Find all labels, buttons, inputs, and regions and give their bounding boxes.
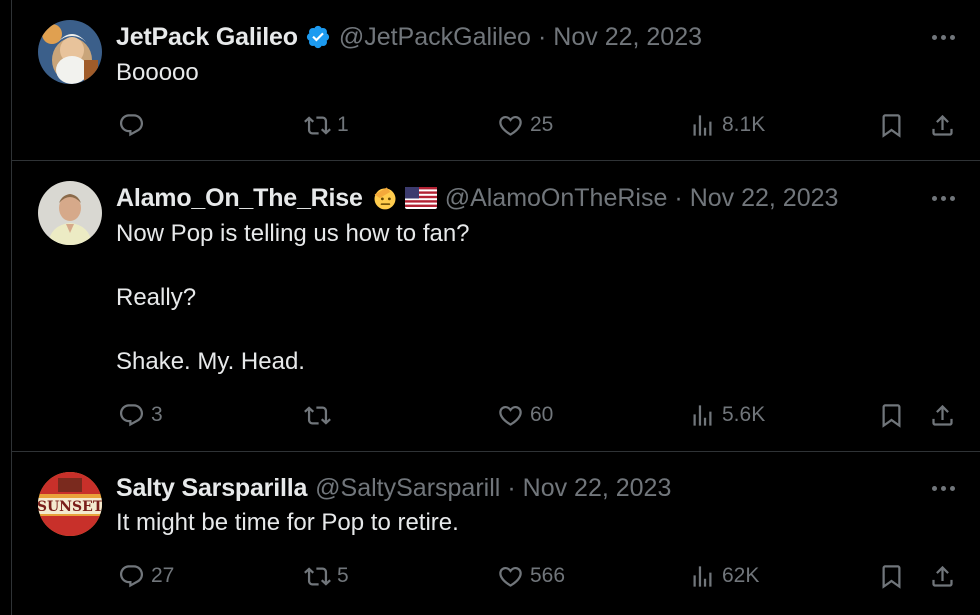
bookmark-button[interactable] (878, 556, 905, 596)
view-count: 62K (722, 564, 760, 587)
retweet-icon (304, 405, 331, 425)
reply-button[interactable]: 3 (118, 395, 163, 435)
like-count: 60 (530, 403, 554, 426)
views-chart-icon (693, 114, 712, 136)
reply-count: 3 (151, 403, 163, 426)
share-button[interactable] (929, 556, 956, 596)
bookmark-button[interactable] (878, 395, 905, 435)
heart-icon (499, 115, 522, 136)
more-options-icon[interactable] (932, 473, 955, 503)
views-button[interactable]: 62K (689, 556, 759, 596)
tweet-text: It might be time for Pop to retire. (116, 507, 459, 539)
tweet-date[interactable]: Nov 22, 2023 (690, 184, 839, 213)
retweet-button[interactable] (304, 395, 337, 435)
display-name[interactable]: JetPack Galileo (116, 23, 298, 52)
share-icon (932, 114, 953, 136)
bookmark-button[interactable] (878, 105, 905, 145)
timeline: JetPack Galileo @JetPackGalileo · Nov 22… (11, 0, 980, 615)
views-chart-icon (693, 565, 712, 587)
tweet-text: Booooo (116, 57, 199, 89)
tweet-text-line: Really? (116, 284, 197, 311)
retweet-button[interactable]: 5 (304, 556, 349, 596)
reply-icon (119, 113, 144, 136)
tweet-date[interactable]: Nov 22, 2023 (523, 474, 672, 503)
reply-button[interactable]: 27 (118, 556, 174, 596)
verified-badge-icon (305, 24, 331, 50)
display-name[interactable]: Salty Sarsparilla (116, 474, 307, 503)
user-handle[interactable]: @JetPackGalileo (339, 23, 531, 52)
tweet-text-line: Booooo (116, 59, 199, 86)
retweet-button[interactable]: 1 (304, 105, 349, 145)
user-handle[interactable]: @AlamoOnTheRise (445, 184, 668, 213)
share-icon (932, 404, 953, 426)
share-icon (932, 565, 953, 587)
tweet-header: JetPack Galileo @JetPackGalileo · Nov 22… (116, 22, 980, 52)
bookmark-icon (882, 403, 901, 428)
user-handle[interactable]: @SaltySarsparill (315, 474, 500, 503)
view-count: 8.1K (722, 113, 766, 136)
tweet-actions: 27 5 566 62K (12, 556, 980, 596)
heart-icon (499, 566, 522, 587)
view-count: 5.6K (722, 403, 766, 426)
separator-dot: · (507, 473, 516, 502)
bookmark-icon (882, 564, 901, 589)
tweet-text: Now Pop is telling us how to fan? Really… (116, 218, 470, 378)
retweet-icon (304, 566, 331, 586)
separator-dot: · (537, 22, 547, 51)
share-button[interactable] (929, 105, 956, 145)
retweet-count: 1 (337, 113, 349, 136)
views-chart-icon (693, 404, 712, 426)
bookmark-icon (882, 113, 901, 138)
avatar[interactable]: SUNSET (38, 472, 102, 536)
display-name[interactable]: Alamo_On_The_Rise (116, 184, 363, 213)
tweet-text-line: Shake. My. Head. (116, 348, 305, 375)
tweet-actions: 1 25 8.1K (12, 105, 980, 145)
more-options-icon[interactable] (932, 183, 955, 213)
more-options-icon[interactable] (932, 22, 955, 52)
reply-icon (119, 564, 144, 587)
separator-dot: · (674, 183, 683, 212)
retweet-icon (304, 115, 331, 135)
tweet-text-line: Now Pop is telling us how to fan? (116, 220, 470, 247)
us-flag-icon (404, 184, 437, 212)
tweet-header: Alamo_On_The_Rise @AlamoOnTheRise · Nov … (116, 183, 980, 213)
tweet-date[interactable]: Nov 22, 2023 (553, 23, 702, 52)
tweet[interactable]: SUNSET Salty Sarsparilla @SaltySarsparil… (12, 452, 980, 615)
reply-button[interactable] (118, 105, 151, 145)
tweet-actions: 3 60 5.6K (12, 395, 980, 435)
tweet[interactable]: Alamo_On_The_Rise @AlamoOnTheRise · Nov … (12, 161, 980, 452)
avatar[interactable] (38, 181, 102, 245)
views-button[interactable]: 8.1K (689, 105, 765, 145)
reply-icon (119, 403, 144, 426)
like-count: 566 (530, 564, 566, 587)
reply-count: 27 (151, 564, 175, 587)
tweet-text-line: It might be time for Pop to retire. (116, 509, 459, 536)
tweet[interactable]: JetPack Galileo @JetPackGalileo · Nov 22… (12, 0, 980, 161)
like-button[interactable]: 25 (497, 105, 553, 145)
share-button[interactable] (929, 395, 956, 435)
views-button[interactable]: 5.6K (689, 395, 765, 435)
like-button[interactable]: 566 (497, 556, 565, 596)
saluting-face-icon (371, 184, 399, 212)
heart-icon (499, 405, 522, 426)
tweet-header: Salty Sarsparilla @SaltySarsparill · Nov… (116, 473, 980, 503)
avatar-logo-text: SUNSET (38, 499, 102, 515)
retweet-count: 5 (337, 564, 349, 587)
avatar[interactable] (38, 20, 102, 84)
like-button[interactable]: 60 (497, 395, 553, 435)
like-count: 25 (530, 113, 554, 136)
